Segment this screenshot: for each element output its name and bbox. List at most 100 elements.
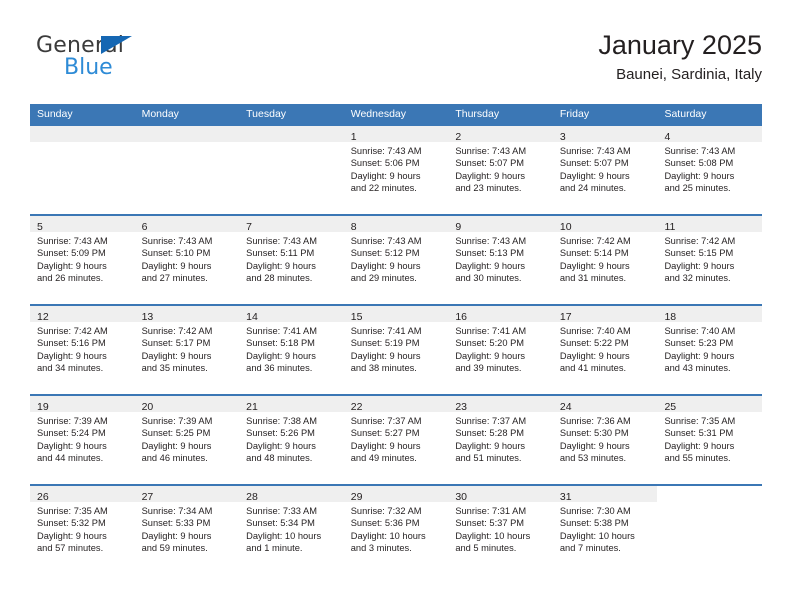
calendar-empty-cell: [30, 126, 135, 214]
day-number: 22: [350, 401, 363, 413]
day-detail-line: and 24 minutes.: [559, 183, 627, 194]
calendar-day-cell[interactable]: 3 Sunrise: 7:43 AM Sunset: 5:07 PM Daylight…: [552, 126, 658, 214]
calendar-day-cell[interactable]: 9 Sunrise: 7:43 AM Sunset: 5:13 PM Daylight…: [448, 216, 553, 304]
calendar-day-cell[interactable]: 26 Sunrise: 7:35 AM Sunset: 5:32 PM Dayligh…: [30, 486, 135, 574]
day-number: 8: [350, 221, 357, 233]
calendar-day-cell[interactable]: 20 Sunrise: 7:39 AM Sunset: 5:25 PM Dayligh…: [134, 396, 240, 484]
day-number: 24: [559, 401, 572, 413]
weekday-header-thursday: Thursday: [455, 108, 500, 120]
day-detail-line: Sunrise: 7:41 AM: [455, 326, 527, 336]
day-detail-line: Daylight: 9 hours: [664, 170, 735, 181]
day-detail-line: and 59 minutes.: [141, 543, 208, 554]
day-number: 7: [246, 221, 252, 233]
day-number: 26: [37, 491, 49, 503]
day-detail-line: and 34 minutes.: [37, 363, 104, 374]
day-number: 10: [559, 221, 572, 233]
calendar-day-cell[interactable]: 16 Sunrise: 7:41 AM Sunset: 5:20 PM Dayligh…: [448, 306, 553, 394]
day-detail-line: Daylight: 9 hours: [664, 350, 735, 361]
day-detail-line: Sunset: 5:11 PM: [246, 248, 315, 259]
day-details: Sunrise: 7:42 AM Sunset: 5:16 PM Daylight:…: [30, 322, 135, 375]
day-details: Sunrise: 7:33 AM Sunset: 5:34 PM Daylight:…: [239, 502, 344, 555]
day-detail-line: Daylight: 9 hours: [37, 350, 107, 361]
calendar-day-cell[interactable]: 24 Sunrise: 7:36 AM Sunset: 5:30 PM Dayligh…: [552, 396, 658, 484]
day-detail-line: Daylight: 9 hours: [350, 440, 421, 451]
day-number: 19: [37, 401, 49, 413]
day-detail-line: and 23 minutes.: [455, 183, 522, 194]
calendar-day-cell[interactable]: 22 Sunrise: 7:37 AM Sunset: 5:27 PM Dayligh…: [343, 396, 449, 484]
calendar-day-cell[interactable]: 4 Sunrise: 7:43 AM Sunset: 5:08 PM Daylight…: [657, 126, 763, 214]
day-number-band: 5: [30, 216, 135, 233]
day-detail-line: Sunset: 5:09 PM: [37, 248, 106, 259]
day-details: Sunrise: 7:41 AM Sunset: 5:20 PM Daylight:…: [448, 322, 553, 375]
day-detail-line: Sunrise: 7:41 AM: [246, 326, 317, 336]
calendar-day-cell[interactable]: 7 Sunrise: 7:43 AM Sunset: 5:11 PM Daylight…: [239, 216, 344, 304]
day-detail-line: Sunset: 5:28 PM: [455, 428, 525, 439]
day-detail-line: and 46 minutes.: [141, 453, 208, 464]
day-number-band: 11: [657, 216, 763, 233]
day-detail-line: Daylight: 9 hours: [350, 350, 421, 361]
day-detail-line: and 36 minutes.: [246, 363, 313, 374]
day-detail-line: Daylight: 10 hours: [350, 530, 426, 541]
calendar-day-cell[interactable]: 12 Sunrise: 7:42 AM Sunset: 5:16 PM Dayligh…: [30, 306, 135, 394]
day-detail-line: Sunrise: 7:43 AM: [37, 236, 108, 246]
day-detail-line: Sunset: 5:32 PM: [37, 518, 106, 529]
calendar-day-cell[interactable]: 17 Sunrise: 7:40 AM Sunset: 5:22 PM Dayligh…: [552, 306, 658, 394]
calendar-day-cell[interactable]: 27 Sunrise: 7:34 AM Sunset: 5:33 PM Dayligh…: [134, 486, 240, 574]
calendar-day-cell[interactable]: 13 Sunrise: 7:42 AM Sunset: 5:17 PM Dayligh…: [134, 306, 240, 394]
calendar-day-cell[interactable]: 19 Sunrise: 7:39 AM Sunset: 5:24 PM Dayligh…: [30, 396, 135, 484]
calendar-empty-cell: [657, 486, 762, 574]
day-number-band: 26: [30, 486, 135, 503]
calendar-day-cell[interactable]: 21 Sunrise: 7:38 AM Sunset: 5:26 PM Dayligh…: [239, 396, 344, 484]
calendar-day-cell[interactable]: 18 Sunrise: 7:40 AM Sunset: 5:23 PM Dayligh…: [657, 306, 763, 394]
calendar-day-cell[interactable]: 25 Sunrise: 7:35 AM Sunset: 5:31 PM Dayligh…: [657, 396, 763, 484]
calendar-day-cell[interactable]: 15 Sunrise: 7:41 AM Sunset: 5:19 PM Dayligh…: [343, 306, 449, 394]
calendar-day-cell[interactable]: 5 Sunrise: 7:43 AM Sunset: 5:09 PM Daylight…: [30, 216, 135, 304]
calendar-day-cell[interactable]: 11 Sunrise: 7:42 AM Sunset: 5:15 PM Dayligh…: [657, 216, 763, 304]
calendar-day-cell[interactable]: 23 Sunrise: 7:37 AM Sunset: 5:28 PM Dayligh…: [448, 396, 553, 484]
calendar-day-cell[interactable]: 29 Sunrise: 7:32 AM Sunset: 5:36 PM Dayligh…: [343, 486, 449, 574]
calendar-day-cell[interactable]: 28 Sunrise: 7:33 AM Sunset: 5:34 PM Dayligh…: [239, 486, 344, 574]
day-detail-line: Daylight: 9 hours: [37, 260, 107, 271]
calendar-day-cell[interactable]: 10 Sunrise: 7:42 AM Sunset: 5:14 PM Dayligh…: [552, 216, 658, 304]
calendar-day-cell[interactable]: 30 Sunrise: 7:31 AM Sunset: 5:37 PM Dayligh…: [448, 486, 553, 574]
day-detail-line: Sunset: 5:36 PM: [350, 518, 420, 529]
day-detail-line: Sunset: 5:24 PM: [37, 428, 106, 439]
day-detail-line: Sunset: 5:19 PM: [350, 338, 420, 349]
day-detail-line: and 39 minutes.: [455, 363, 522, 374]
day-number: 20: [141, 401, 154, 413]
day-number-band: 19: [30, 396, 135, 413]
calendar-day-cell[interactable]: 8 Sunrise: 7:43 AM Sunset: 5:12 PM Daylight…: [343, 216, 449, 304]
triangle-icon: [101, 36, 132, 54]
day-details: Sunrise: 7:43 AM Sunset: 5:12 PM Daylight:…: [344, 232, 449, 285]
day-number-band: 21: [239, 396, 344, 413]
day-detail-line: Daylight: 9 hours: [37, 530, 107, 541]
day-detail-line: and 35 minutes.: [141, 363, 208, 374]
calendar-day-cell[interactable]: 2 Sunrise: 7:43 AM Sunset: 5:07 PM Daylight…: [448, 126, 553, 214]
day-detail-line: Daylight: 9 hours: [246, 260, 316, 271]
day-detail-line: and 57 minutes.: [37, 543, 104, 554]
day-number: 5: [37, 221, 43, 233]
calendar-weeks: 1 Sunrise: 7:43 AM Sunset: 5:06 PM Daylight…: [30, 126, 763, 574]
day-detail-line: Sunset: 5:13 PM: [455, 248, 525, 259]
calendar-day-cell[interactable]: 14 Sunrise: 7:41 AM Sunset: 5:18 PM Dayligh…: [239, 306, 344, 394]
calendar-page: General Blue January 2025 Baunei, Sardin…: [0, 0, 792, 612]
day-detail-line: and 44 minutes.: [37, 453, 104, 464]
calendar-week-row: 19 Sunrise: 7:39 AM Sunset: 5:24 PM Dayligh…: [30, 394, 763, 484]
day-number-band: 30: [448, 486, 553, 503]
calendar-day-cell[interactable]: 6 Sunrise: 7:43 AM Sunset: 5:10 PM Daylight…: [134, 216, 240, 304]
day-details: Sunrise: 7:43 AM Sunset: 5:11 PM Daylight:…: [239, 232, 344, 285]
day-number: 28: [246, 491, 258, 503]
calendar-day-cell[interactable]: 1 Sunrise: 7:43 AM Sunset: 5:06 PM Daylight…: [343, 126, 449, 214]
day-detail-line: Sunrise: 7:35 AM: [664, 416, 736, 426]
day-number-band: 7: [239, 216, 344, 233]
day-detail-line: and 30 minutes.: [455, 273, 522, 284]
calendar-day-cell[interactable]: 31 Sunrise: 7:30 AM Sunset: 5:38 PM Dayligh…: [552, 486, 658, 574]
day-details: Sunrise: 7:43 AM Sunset: 5:08 PM Daylight:…: [657, 142, 762, 195]
day-details: Sunrise: 7:41 AM Sunset: 5:18 PM Daylight:…: [239, 322, 344, 375]
day-detail-line: Sunrise: 7:37 AM: [350, 416, 422, 426]
day-detail-line: Sunset: 5:31 PM: [664, 428, 734, 439]
day-detail-line: and 1 minute.: [246, 543, 303, 554]
day-details: Sunrise: 7:34 AM Sunset: 5:33 PM Daylight:…: [135, 502, 240, 555]
day-number: 1: [350, 131, 357, 143]
day-details: Sunrise: 7:43 AM Sunset: 5:06 PM Daylight:…: [344, 142, 449, 195]
